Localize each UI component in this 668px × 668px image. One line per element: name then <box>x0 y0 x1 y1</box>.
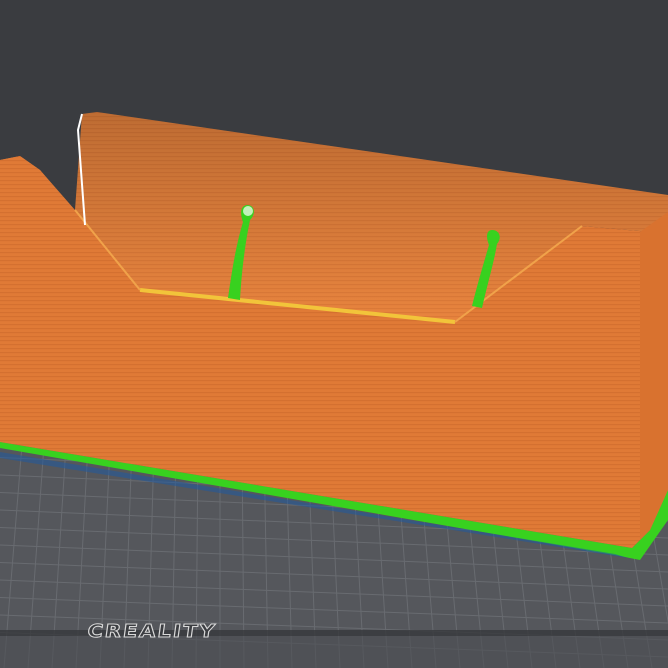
creality-logo: CREALITY <box>62 616 242 646</box>
scene-canvas[interactable] <box>0 0 668 668</box>
viewport-3d[interactable]: CREALITY <box>0 0 668 668</box>
creality-logo-text: CREALITY <box>86 620 219 642</box>
